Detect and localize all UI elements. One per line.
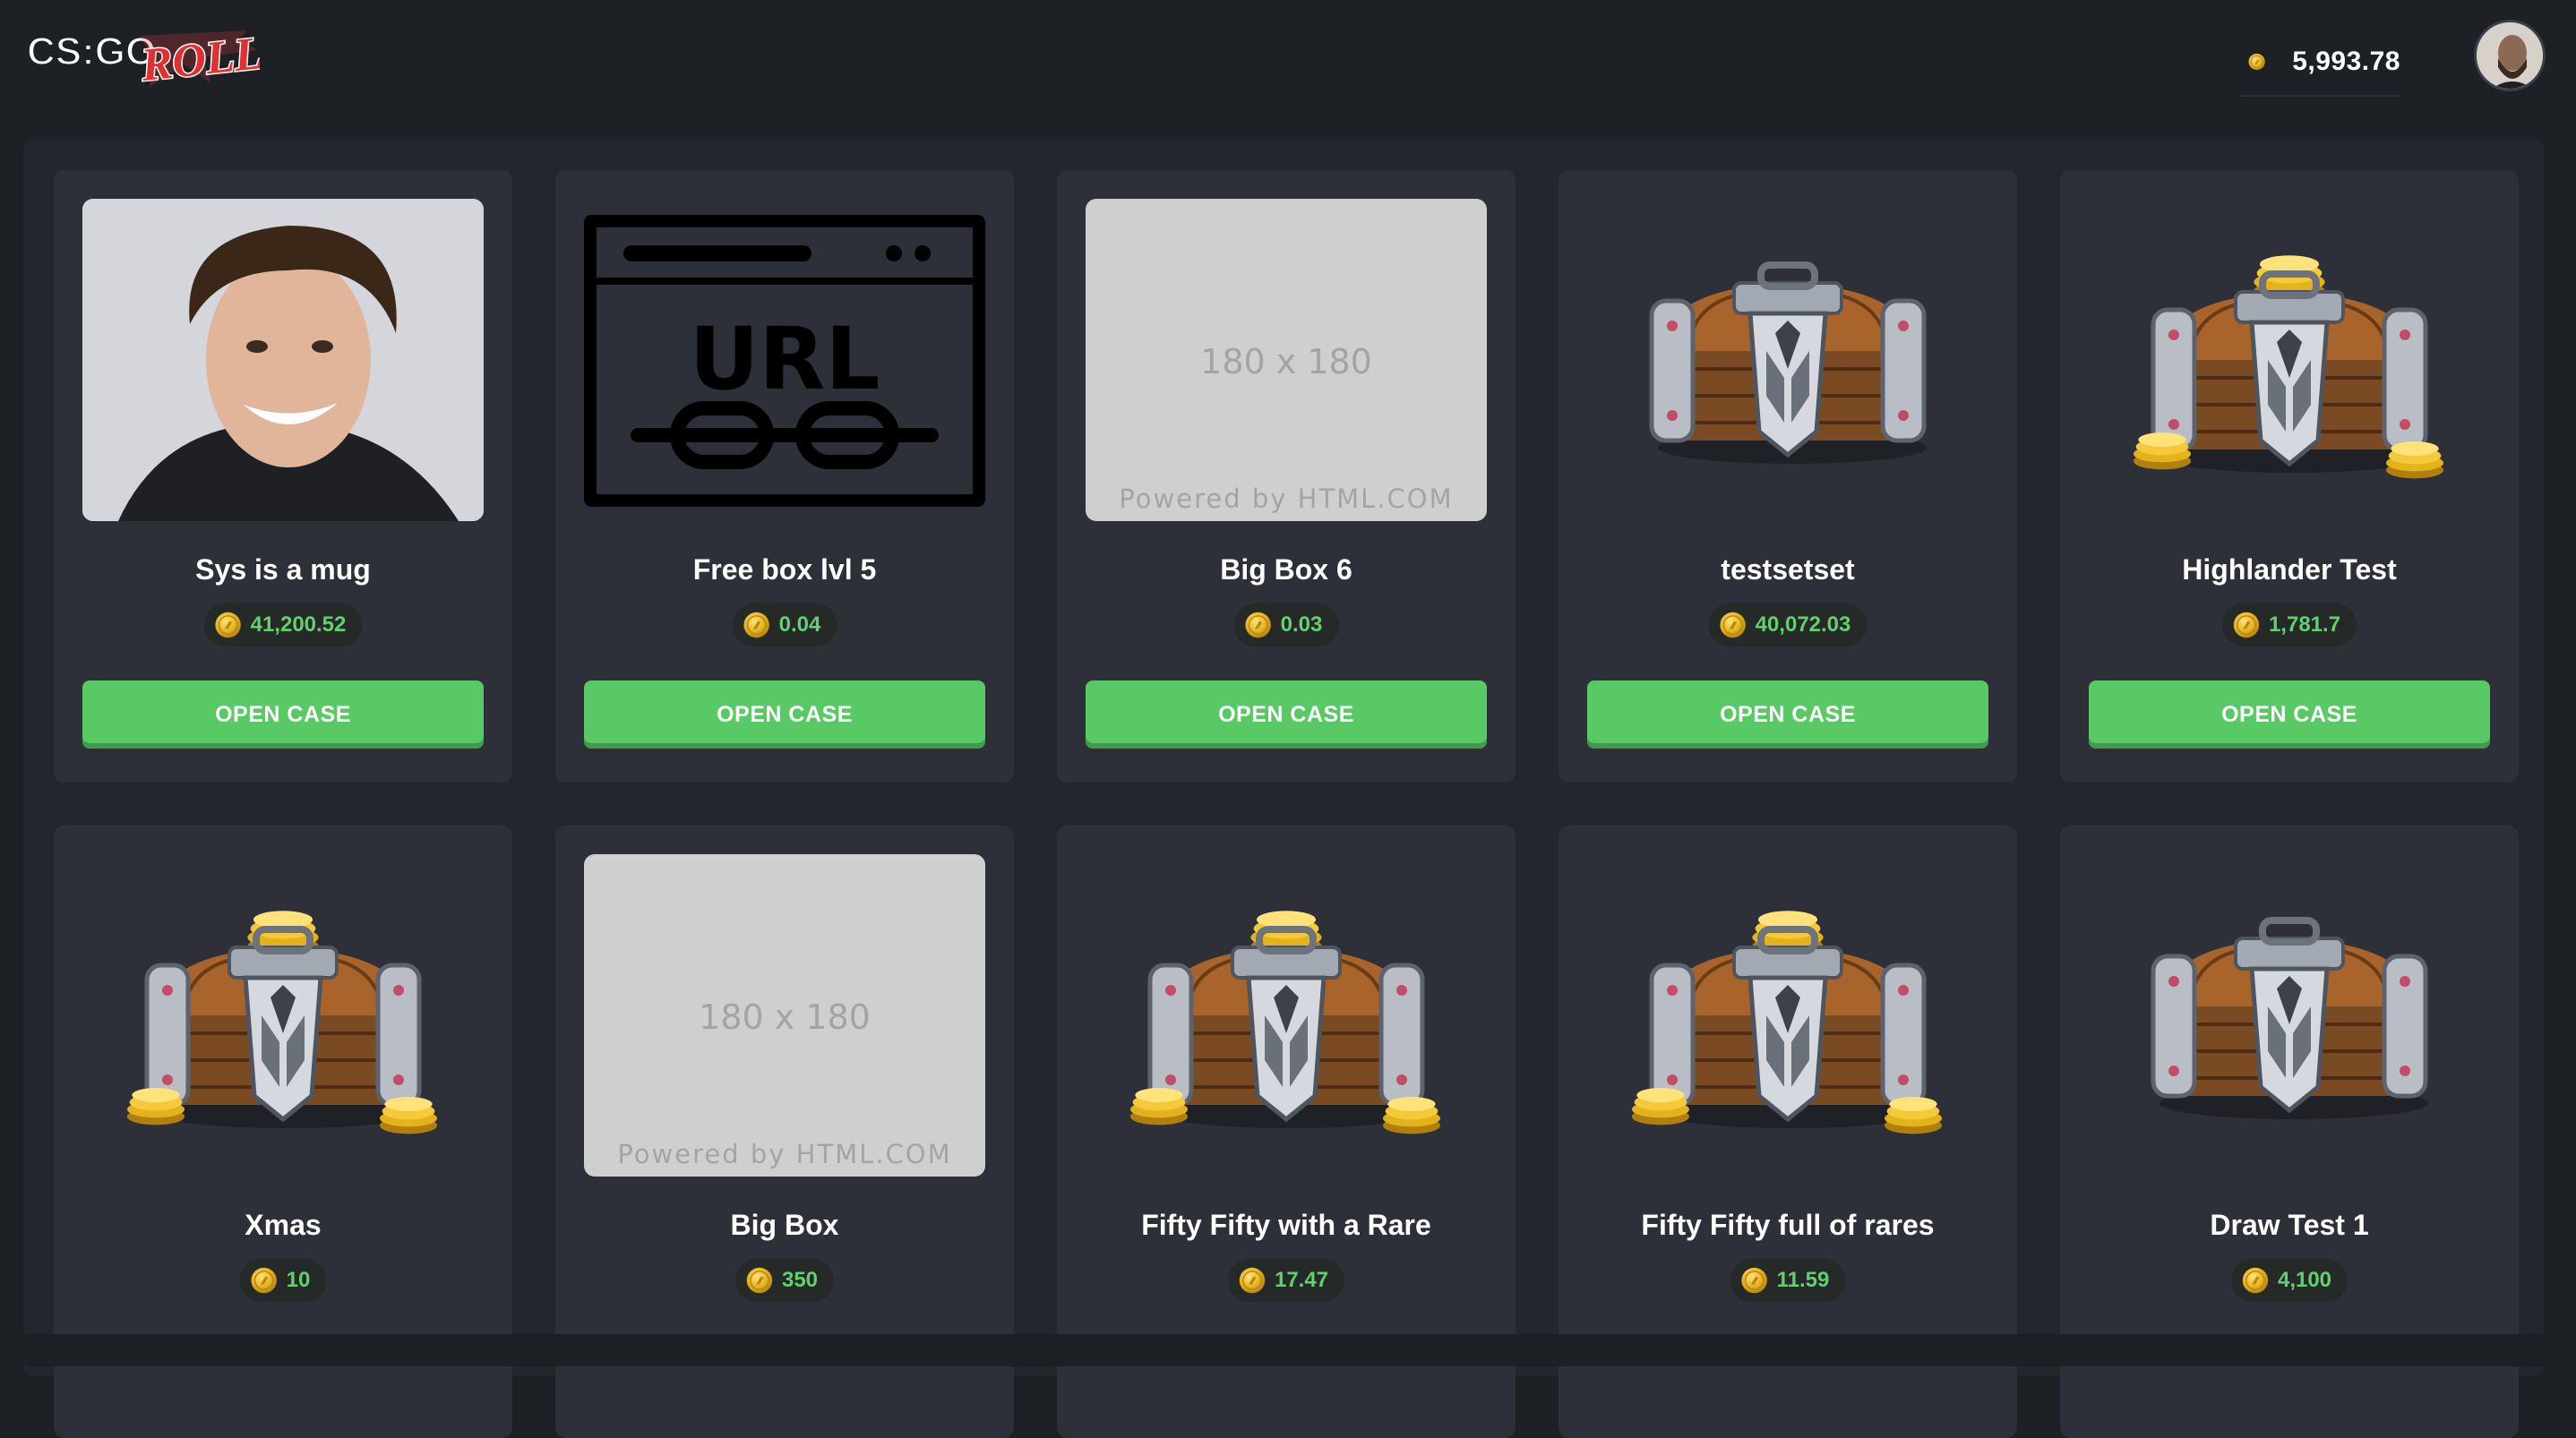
case-name: Xmas (245, 1209, 322, 1241)
case-price-value: 11.59 (1776, 1268, 1830, 1292)
coin-icon (2248, 47, 2265, 77)
svg-text:CS:GO: CS:GO (27, 30, 156, 73)
treasure-chest-gold-icon (1618, 881, 1958, 1150)
case-card[interactable]: Sys is a mug 41,200.52 OPEN CASE (54, 170, 512, 783)
treasure-chest-gold-icon (1116, 881, 1456, 1150)
treasure-chest-gold-icon (2119, 226, 2460, 494)
open-case-button[interactable]: OPEN CASE (584, 680, 985, 749)
case-name: Big Box 6 (1220, 553, 1352, 586)
bottom-edge (0, 1334, 2576, 1366)
coin-icon (1741, 1267, 1768, 1294)
case-price-value: 350 (781, 1268, 819, 1292)
case-price-value: 0.03 (1280, 612, 1323, 637)
case-price-value: 40,072.03 (1755, 612, 1851, 637)
user-avatar[interactable] (2474, 20, 2546, 91)
case-price: 1,781.7 (2221, 603, 2357, 646)
avatar-icon (2477, 22, 2543, 89)
case-card[interactable]: testsetset 40,072.03 OPEN CASE (1558, 170, 2017, 783)
case-name: testsetset (1721, 553, 1855, 586)
case-price-value: 0.04 (778, 612, 821, 637)
case-image (1086, 854, 1487, 1177)
url-link-icon: URL (584, 215, 985, 507)
placeholder-powered-text: Powered by HTML.COM (1119, 484, 1454, 514)
balance-display[interactable]: 5,993.78 (2239, 29, 2400, 97)
case-image (82, 854, 484, 1177)
case-name: Fifty Fifty with a Rare (1141, 1209, 1431, 1241)
case-price: 40,072.03 (1708, 603, 1868, 646)
case-price-value: 17.47 (1274, 1268, 1329, 1292)
case-image (82, 199, 484, 521)
case-price: 11.59 (1730, 1259, 1846, 1302)
svg-text:URL: URL (689, 309, 880, 409)
balance-amount: 5,993.78 (2292, 47, 2400, 76)
case-image (1587, 854, 1988, 1177)
coin-icon (215, 612, 242, 638)
case-price: 41,200.52 (203, 603, 363, 646)
placeholder-powered-text: Powered by HTML.COM (617, 1139, 952, 1169)
top-bar: CS:GO ROLL 5,993.78 (0, 0, 2576, 109)
case-name: Big Box (730, 1209, 839, 1241)
case-price: 0.04 (732, 603, 837, 646)
case-grid: Sys is a mug 41,200.52 OPEN CASE URL Fre… (23, 140, 2544, 1438)
case-image (2089, 854, 2490, 1177)
case-price-value: 41,200.52 (250, 612, 347, 637)
coin-icon (251, 1267, 278, 1294)
case-price-value: 10 (286, 1268, 311, 1292)
case-name: Sys is a mug (195, 553, 371, 586)
case-price-value: 4,100 (2277, 1268, 2332, 1292)
case-name: Draw Test 1 (2210, 1209, 2369, 1241)
open-case-button[interactable]: OPEN CASE (82, 680, 484, 749)
placeholder-size-text: 180 x 180 (699, 997, 871, 1037)
case-price-value: 1,781.7 (2268, 612, 2341, 637)
coin-icon (743, 612, 770, 638)
case-image (2089, 199, 2490, 521)
placeholder-image: 180 x 180 Powered by HTML.COM (584, 854, 985, 1177)
case-name: Fifty Fifty full of rares (1641, 1209, 1935, 1241)
open-case-button[interactable]: OPEN CASE (1587, 680, 1988, 749)
treasure-chest-icon (1627, 244, 1949, 476)
case-price: 17.47 (1227, 1259, 1345, 1302)
csgoroll-logo[interactable]: CS:GO ROLL (23, 18, 267, 93)
open-case-button[interactable]: OPEN CASE (2089, 680, 2490, 749)
coin-icon (1245, 612, 1272, 638)
case-price: 350 (734, 1259, 835, 1302)
placeholder-image: 180 x 180 Powered by HTML.COM (1086, 199, 1487, 521)
placeholder-size-text: 180 x 180 (1200, 342, 1372, 381)
coin-icon (746, 1267, 773, 1294)
case-price: 0.03 (1233, 603, 1339, 646)
coin-icon (2242, 1267, 2269, 1294)
coin-icon (1239, 1267, 1266, 1294)
treasure-chest-icon (2128, 899, 2451, 1132)
treasure-chest-gold-icon (113, 881, 453, 1150)
case-card[interactable]: 180 x 180 Powered by HTML.COM Big Box 6 … (1057, 170, 1516, 783)
coin-icon (2233, 612, 2260, 638)
case-card[interactable]: Highlander Test 1,781.7 OPEN CASE (2060, 170, 2519, 783)
case-price: 4,100 (2230, 1259, 2348, 1302)
case-image: URL (584, 199, 985, 521)
case-name: Free box lvl 5 (692, 553, 877, 586)
case-name: Highlander Test (2182, 553, 2397, 586)
case-card[interactable]: URL Free box lvl 5 0.04 OPEN CASE (555, 170, 1014, 783)
case-image (1587, 199, 1988, 521)
open-case-button[interactable]: OPEN CASE (1086, 680, 1487, 749)
person-photo (82, 199, 484, 521)
case-price: 10 (239, 1259, 327, 1302)
coin-icon (1720, 612, 1747, 638)
